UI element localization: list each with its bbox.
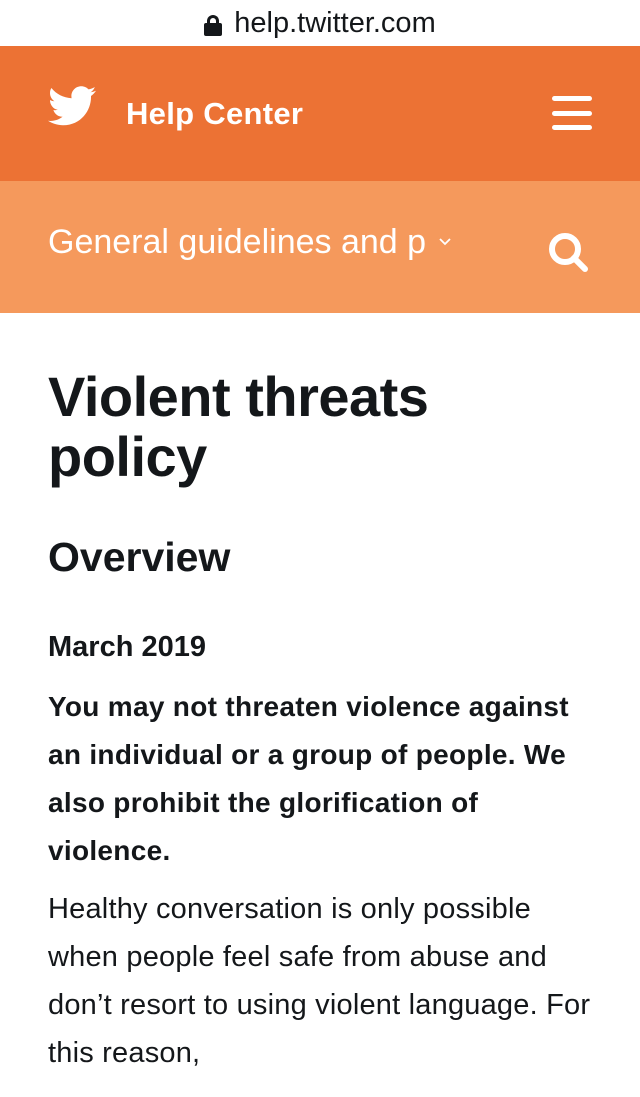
search-icon[interactable] <box>546 230 590 274</box>
help-center-title[interactable]: Help Center <box>126 96 303 132</box>
browser-url-bar[interactable]: help.twitter.com <box>0 0 640 46</box>
section-nav: General guidelines and p <box>0 181 640 313</box>
page-title: Violent threats policy <box>48 365 429 488</box>
lock-icon <box>204 15 223 36</box>
hamburger-menu-icon[interactable] <box>552 96 592 130</box>
twitter-bird-icon[interactable] <box>48 85 96 126</box>
article-content: Violent threats policy Overview March 20… <box>0 313 640 1077</box>
url-text: help.twitter.com <box>234 6 436 39</box>
section-heading: Overview <box>48 534 231 580</box>
article-date: March 2019 <box>48 631 206 663</box>
body-paragraph: Healthy conversation is only possible wh… <box>48 893 591 1069</box>
section-dropdown-label: General guidelines and p <box>48 222 427 261</box>
chevron-down-icon <box>439 238 451 246</box>
lead-paragraph: You may not threaten violence against an… <box>48 691 569 866</box>
section-dropdown[interactable]: General guidelines and p <box>48 223 452 262</box>
help-center-header: Help Center <box>0 46 640 181</box>
